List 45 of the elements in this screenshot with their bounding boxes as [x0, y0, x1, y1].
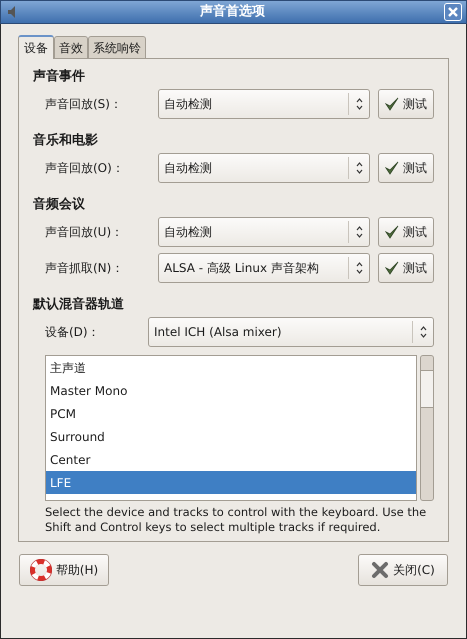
track-item[interactable]: 主声道 [46, 356, 416, 379]
checkmark-icon [385, 225, 399, 239]
checkmark-icon [385, 161, 399, 175]
close-icon [448, 7, 458, 17]
test-button[interactable]: 测试 [378, 153, 434, 183]
dropdown[interactable]: Intel ICH (Alsa mixer) [148, 317, 434, 347]
dropdown[interactable]: 自动检测 [158, 153, 370, 183]
track-item[interactable]: Master Mono [46, 379, 416, 402]
field-label: 声音回放(O)： [45, 160, 125, 177]
track-item[interactable]: Center [46, 448, 416, 471]
window-title: 声音首选项 [199, 2, 266, 22]
dropdown[interactable]: 自动检测 [158, 217, 370, 247]
field-label: 声音抓取(N)： [45, 260, 124, 277]
close-button[interactable]: 关闭(C) [358, 554, 448, 586]
close-button[interactable] [444, 3, 462, 21]
section-heading: 音频会议 [33, 196, 86, 211]
lifebuoy-icon [30, 559, 52, 581]
spinner-arrows-icon [356, 162, 362, 174]
spinner-arrows-icon [356, 262, 362, 274]
dropdown[interactable]: 自动检测 [158, 89, 370, 119]
field-label: 声音回放(S)： [45, 96, 123, 113]
hint-text: Select the device and tracks to control with the keyboard. Use the Shift and Control keys to select multiple tracks if required. [44, 505, 428, 535]
tab[interactable]: 音效 [54, 36, 88, 58]
checkmark-icon [385, 261, 399, 275]
field-label: 声音回放(U)： [45, 224, 124, 241]
spinner-arrows-icon [356, 226, 362, 238]
scrollbar[interactable] [420, 355, 434, 501]
tab[interactable]: 系统响铃 [88, 36, 146, 58]
section-heading: 音乐和电影 [33, 132, 99, 147]
track-item[interactable]: Surround [46, 425, 416, 448]
help-button[interactable]: 帮助(H) [19, 554, 109, 586]
close-icon [371, 561, 390, 579]
section-heading: 默认混音器轨道 [33, 296, 125, 311]
section-heading: 声音事件 [33, 68, 86, 83]
dropdown[interactable]: ALSA - 高级 Linux 声音架构 [158, 253, 370, 283]
tab[interactable]: 设备 [18, 35, 54, 59]
checkmark-icon [385, 97, 399, 111]
spinner-arrows-icon [420, 326, 426, 338]
test-button[interactable]: 测试 [378, 217, 434, 247]
test-button[interactable]: 测试 [378, 89, 434, 119]
track-item[interactable]: LFE [46, 471, 416, 494]
field-label: 设备(D)： [45, 324, 101, 341]
spinner-arrows-icon [356, 98, 362, 110]
test-button[interactable]: 测试 [378, 253, 434, 283]
track-item[interactable]: PCM [46, 402, 416, 425]
